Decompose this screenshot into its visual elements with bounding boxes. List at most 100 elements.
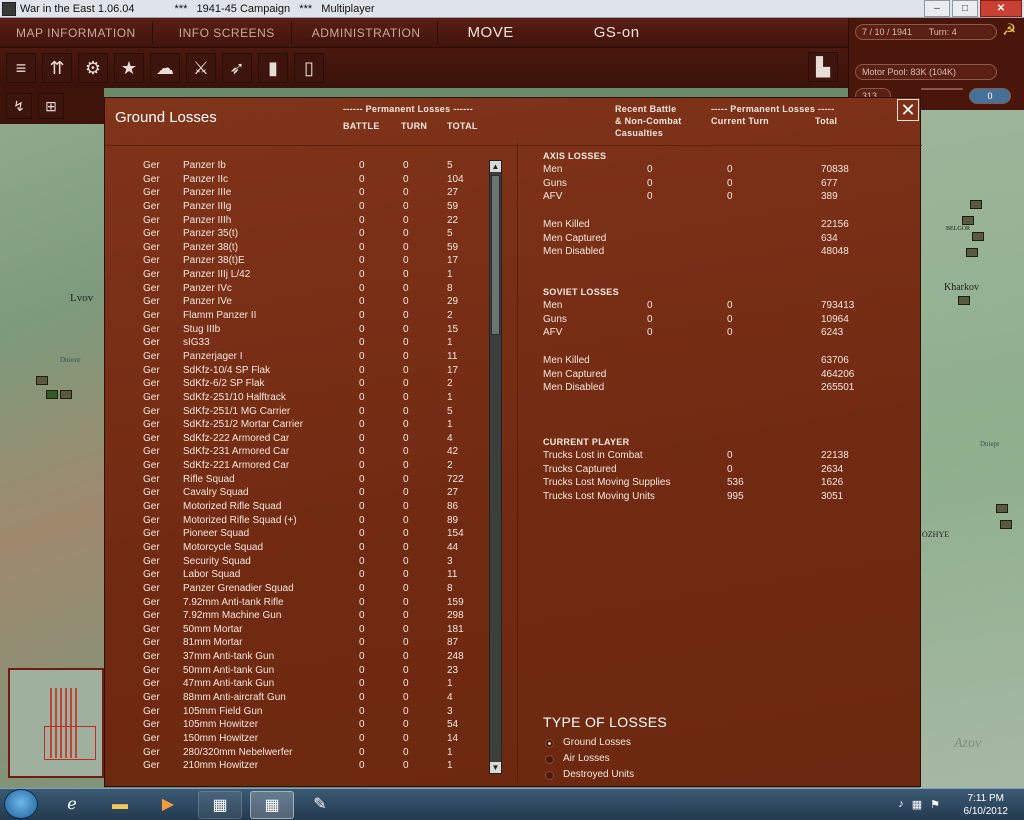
menu-administration[interactable]: ADMINISTRATION: [292, 26, 437, 40]
crossed-swords-icon[interactable]: ⚔: [186, 53, 216, 83]
current-turn-header: Current Turn: [711, 116, 769, 126]
type-of-losses-title: TYPE OF LOSSES: [543, 714, 668, 730]
nationality-cell: Ger: [143, 378, 160, 390]
radio-air-losses[interactable]: Air Losses: [545, 753, 685, 767]
nationality-cell: Ger: [143, 364, 160, 376]
battle-cell: 0: [359, 705, 365, 717]
nationality-cell: Ger: [143, 323, 160, 335]
game-window-task-2[interactable]: ▦: [250, 791, 294, 819]
clock[interactable]: 7:11 PM 6/10/2012: [964, 792, 1009, 818]
map-area-right[interactable]: Kharkov BELGOR OZHYE Azov Dniepr: [920, 110, 1024, 788]
current-turn-cell: 0: [727, 463, 733, 475]
menu-lines-icon[interactable]: ≡: [6, 53, 36, 83]
ie-icon[interactable]: ℯ: [52, 791, 92, 819]
star-icon[interactable]: ★: [114, 53, 144, 83]
total-cell: 1: [447, 760, 453, 772]
unit-counter[interactable]: [972, 232, 984, 241]
loss-row: Ger 105mm Howitzer 0 0 54: [115, 719, 487, 733]
flag-icon[interactable]: ⚑: [930, 798, 940, 811]
battle-cell: 0: [359, 596, 365, 608]
close-window-button[interactable]: ✕: [980, 0, 1022, 17]
nationality-cell: Ger: [143, 569, 160, 581]
menu-info-screens[interactable]: INFO SCREENS: [153, 26, 291, 40]
chart-blocks-icon[interactable]: ▙: [808, 52, 838, 82]
turn-cell: 0: [403, 664, 409, 676]
start-button[interactable]: [4, 789, 38, 819]
equipment-name-cell: Panzer IIc: [183, 173, 229, 185]
battle-cell: 0: [359, 391, 365, 403]
total-cell: 4: [447, 691, 453, 703]
unit-counter[interactable]: [962, 216, 974, 225]
unit-counter[interactable]: [1000, 520, 1012, 529]
units-arrows-icon[interactable]: ⇈: [42, 53, 72, 83]
battle-cell: 0: [359, 678, 365, 690]
turn-cell: 0: [403, 282, 409, 294]
unit-counter[interactable]: [996, 504, 1008, 513]
speaker-icon[interactable]: ♪: [898, 798, 904, 811]
loss-row: Ger SdKfz-251/1 MG Carrier 0 0 5: [115, 406, 487, 420]
equipment-losses-list[interactable]: Ger Panzer Ib 0 0 5 Ger Panzer IIc 0 0 104 Ger Panz…: [115, 160, 487, 774]
unit-counter[interactable]: [46, 390, 58, 399]
equipment-name-cell: 37mm Anti-tank Gun: [183, 651, 275, 663]
nationality-cell: Ger: [143, 214, 160, 226]
maximize-button[interactable]: □: [952, 0, 978, 17]
hammer-sickle-icon: ☭: [1002, 22, 1017, 39]
game-window-task-1[interactable]: ▦: [198, 791, 242, 819]
fuel-can-icon[interactable]: ▮: [258, 53, 288, 83]
nationality-cell: Ger: [143, 596, 160, 608]
scroll-thumb[interactable]: [491, 175, 500, 335]
rockets-icon[interactable]: ➶: [222, 53, 252, 83]
minimap-viewport[interactable]: [44, 726, 96, 760]
turn-cell: 0: [403, 310, 409, 322]
folder-icon[interactable]: ▬: [100, 791, 140, 819]
nationality-cell: Ger: [143, 460, 160, 472]
unit-counter[interactable]: [60, 390, 72, 399]
minimap[interactable]: [8, 668, 104, 778]
unit-counter[interactable]: [966, 248, 978, 257]
blue-toggle[interactable]: [921, 88, 963, 90]
scroll-down-arrow[interactable]: ▼: [490, 762, 501, 773]
command-toolbar: ≡ ⇈ ⚙ ★ ☁ ⚔ ➶ ▮ ▯ ▙: [0, 48, 848, 88]
radio-destroyed-units[interactable]: Destroyed Units: [545, 769, 685, 783]
close-dialog-button[interactable]: ✕: [897, 99, 919, 121]
map-label-azov: Azov: [954, 736, 982, 751]
battle-cell: 0: [359, 514, 365, 526]
scroll-up-arrow[interactable]: ▲: [490, 161, 501, 172]
loss-label: AFV: [543, 191, 563, 203]
unit-counter[interactable]: [970, 200, 982, 209]
path-icon[interactable]: ↯: [6, 93, 32, 119]
loss-row: Ger 47mm Anti-tank Gun 0 0 1: [115, 678, 487, 692]
gear-icon[interactable]: ⚙: [78, 53, 108, 83]
battle-cell: 0: [359, 200, 365, 212]
loss-row: Ger Panzer IIc 0 0 104: [115, 174, 487, 188]
total-cell: 5: [447, 405, 453, 417]
media-player-icon[interactable]: ▶: [148, 791, 188, 819]
weather-icon[interactable]: ☁: [150, 53, 180, 83]
nationality-cell: Ger: [143, 173, 160, 185]
document-icon[interactable]: ▯: [294, 53, 324, 83]
menu-gs-on[interactable]: GS-on: [554, 24, 656, 41]
radio-dot-selected[interactable]: [545, 739, 554, 748]
minimize-button[interactable]: –: [924, 0, 950, 17]
radio-ground-losses[interactable]: Ground Losses: [545, 737, 685, 751]
menu-map-information[interactable]: MAP INFORMATION: [0, 26, 152, 40]
equipment-name-cell: Flamm Panzer II: [183, 310, 257, 322]
radio-dot[interactable]: [545, 771, 554, 780]
rail-icon[interactable]: ⊞: [38, 93, 64, 119]
radio-dot[interactable]: [545, 755, 554, 764]
unit-counter[interactable]: [36, 376, 48, 385]
unit-counter[interactable]: [958, 296, 970, 305]
indicator-box[interactable]: 0: [969, 88, 1011, 104]
equipment-name-cell: SdKfz-10/4 SP Flak: [183, 364, 271, 376]
casualty-label: Men Killed: [543, 355, 590, 366]
total-cell: 27: [447, 187, 459, 199]
equipment-name-cell: 81mm Mortar: [183, 637, 243, 649]
network-icon[interactable]: ▦: [912, 798, 922, 811]
loss-label: Guns: [543, 313, 567, 325]
menu-move[interactable]: MOVE: [438, 24, 554, 41]
paint-icon[interactable]: ✎: [300, 791, 340, 819]
list-scrollbar[interactable]: ▲ ▼: [489, 160, 502, 774]
battle-cell: 0: [359, 446, 365, 458]
loss-label: Men: [543, 300, 563, 311]
total-cell: 70838: [821, 164, 849, 175]
